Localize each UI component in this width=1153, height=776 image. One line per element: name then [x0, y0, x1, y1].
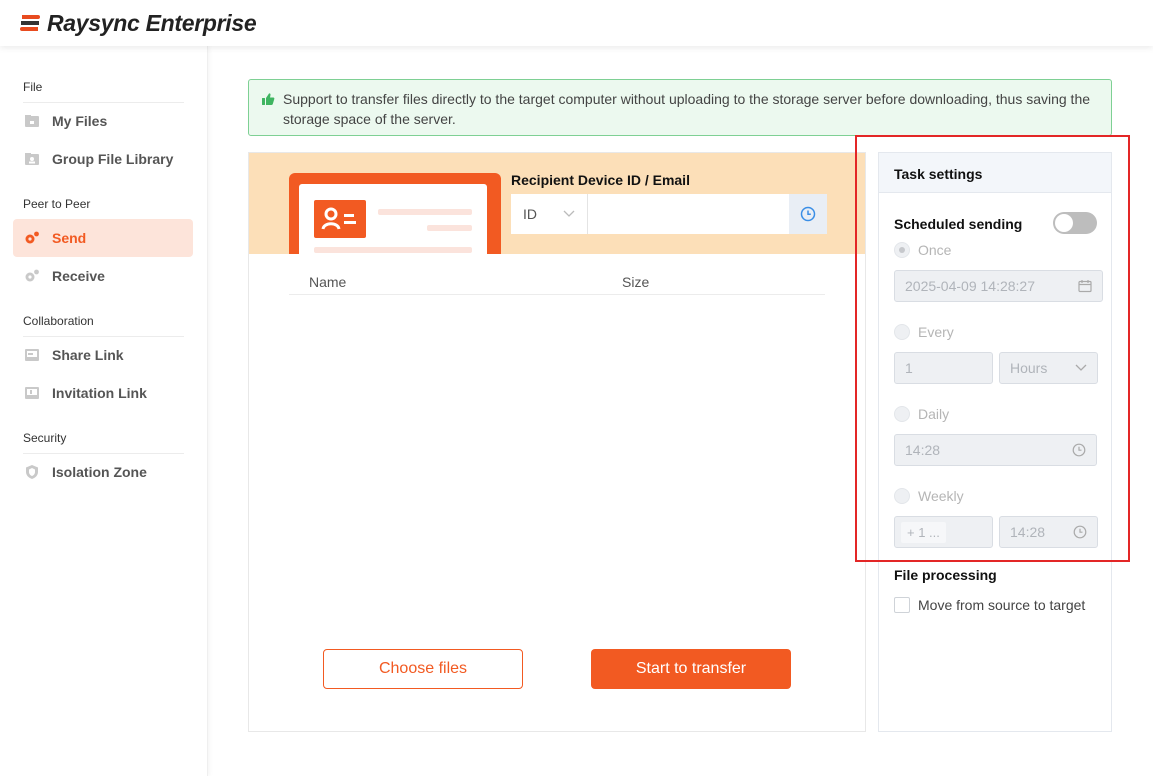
every-interval-value: 1	[905, 360, 913, 376]
column-size: Size	[622, 274, 650, 290]
invitation-link-icon	[25, 387, 39, 399]
calendar-icon	[1078, 280, 1092, 293]
sidebar-item-isolation-zone[interactable]: Isolation Zone	[13, 453, 193, 491]
folder-icon	[25, 115, 39, 127]
sidebar-item-label: Share Link	[52, 347, 124, 363]
radio-label: Once	[918, 242, 952, 258]
chevron-down-icon	[563, 210, 575, 217]
radio-button	[894, 324, 910, 340]
scheduled-sending-toggle[interactable]	[1053, 212, 1097, 234]
sidebar-item-group-file-library[interactable]: Group File Library	[13, 140, 193, 178]
sidebar-item-share-link[interactable]: Share Link	[13, 336, 193, 374]
user-card-icon	[314, 200, 366, 238]
daily-time-value: 14:28	[905, 442, 941, 458]
radio-daily[interactable]: Daily	[894, 406, 949, 422]
radio-label: Daily	[918, 406, 950, 422]
id-type-value: ID	[523, 206, 537, 222]
move-checkbox[interactable]	[894, 597, 910, 613]
every-interval-input[interactable]: 1	[894, 352, 993, 384]
group-folder-icon	[25, 153, 39, 165]
history-button[interactable]	[789, 194, 827, 234]
weekly-days-select[interactable]: + 1 ...	[894, 516, 993, 548]
radio-button	[894, 406, 910, 422]
task-settings-panel: Task settings Scheduled sending Once 202…	[878, 152, 1112, 732]
sidebar-item-label: Group File Library	[52, 151, 174, 167]
once-datetime-value: 2025-04-09 14:28:27	[905, 278, 1035, 294]
sidebar-section-collaboration: Collaboration	[23, 314, 184, 337]
sidebar-item-label: Send	[52, 230, 87, 246]
daily-time-input[interactable]: 14:28	[894, 434, 1097, 466]
file-table-header: Name Size	[289, 273, 825, 295]
sidebar-item-my-files[interactable]: My Files	[13, 102, 193, 140]
sidebar-item-label: Isolation Zone	[52, 464, 147, 480]
device-card-illustration	[289, 173, 501, 254]
sidebar-item-label: Receive	[52, 268, 105, 284]
banner-text: Support to transfer files directly to th…	[283, 91, 1091, 127]
sidebar-item-label: Invitation Link	[52, 385, 147, 401]
sidebar: File My Files Group File Library Peer to…	[0, 46, 208, 776]
sidebar-item-invitation-link[interactable]: Invitation Link	[13, 374, 193, 412]
column-name: Name	[309, 274, 347, 290]
weekly-time-value: 14:28	[1010, 524, 1046, 540]
clock-icon	[800, 206, 816, 222]
recipient-input-group: ID	[511, 194, 827, 234]
thumbs-up-icon	[262, 93, 275, 105]
move-label: Move from source to target	[918, 597, 1086, 613]
send-panel: Recipient Device ID / Email ID Name Size…	[248, 152, 866, 732]
move-source-to-target-option[interactable]: Move from source to target	[894, 597, 1085, 613]
scheduled-sending-label: Scheduled sending	[894, 216, 1023, 232]
clock-icon	[1073, 525, 1087, 539]
receive-gear-icon	[25, 269, 39, 282]
recipient-input[interactable]	[588, 194, 790, 234]
radio-every[interactable]: Every	[894, 324, 954, 340]
shield-icon	[26, 465, 38, 479]
sidebar-section-security: Security	[23, 431, 184, 454]
start-transfer-button[interactable]: Start to transfer	[591, 649, 791, 689]
radio-once[interactable]: Once	[894, 242, 951, 258]
task-settings-title: Task settings	[879, 153, 1111, 193]
id-type-select[interactable]: ID	[511, 194, 589, 234]
recipient-area: Recipient Device ID / Email ID	[249, 153, 865, 254]
info-banner: Support to transfer files directly to th…	[248, 79, 1112, 136]
sidebar-item-label: My Files	[52, 113, 108, 129]
clock-icon	[1072, 443, 1086, 457]
app-header: Raysync Enterprise	[0, 0, 1153, 46]
radio-button	[894, 488, 910, 504]
sidebar-item-send[interactable]: Send	[13, 219, 193, 257]
radio-label: Weekly	[918, 488, 964, 504]
sidebar-section-peer-to-peer: Peer to Peer	[23, 197, 184, 220]
radio-weekly[interactable]: Weekly	[894, 488, 964, 504]
sidebar-item-receive[interactable]: Receive	[13, 257, 193, 295]
radio-button	[894, 242, 910, 258]
send-gear-icon	[25, 231, 39, 244]
radio-label: Every	[918, 324, 954, 340]
once-datetime-input[interactable]: 2025-04-09 14:28:27	[894, 270, 1103, 302]
chevron-down-icon	[1075, 364, 1087, 371]
every-unit-select[interactable]: Hours	[999, 352, 1098, 384]
recipient-label: Recipient Device ID / Email	[511, 172, 690, 188]
every-unit-value: Hours	[1010, 360, 1048, 376]
raysync-logo-icon	[20, 15, 40, 31]
sidebar-section-file: File	[23, 80, 184, 103]
weekly-time-input[interactable]: 14:28	[999, 516, 1098, 548]
file-processing-label: File processing	[894, 567, 997, 583]
app-title: Raysync Enterprise	[47, 9, 257, 36]
weekly-days-chip: + 1 ...	[901, 521, 946, 543]
choose-files-button[interactable]: Choose files	[323, 649, 523, 689]
share-link-icon	[25, 349, 39, 361]
